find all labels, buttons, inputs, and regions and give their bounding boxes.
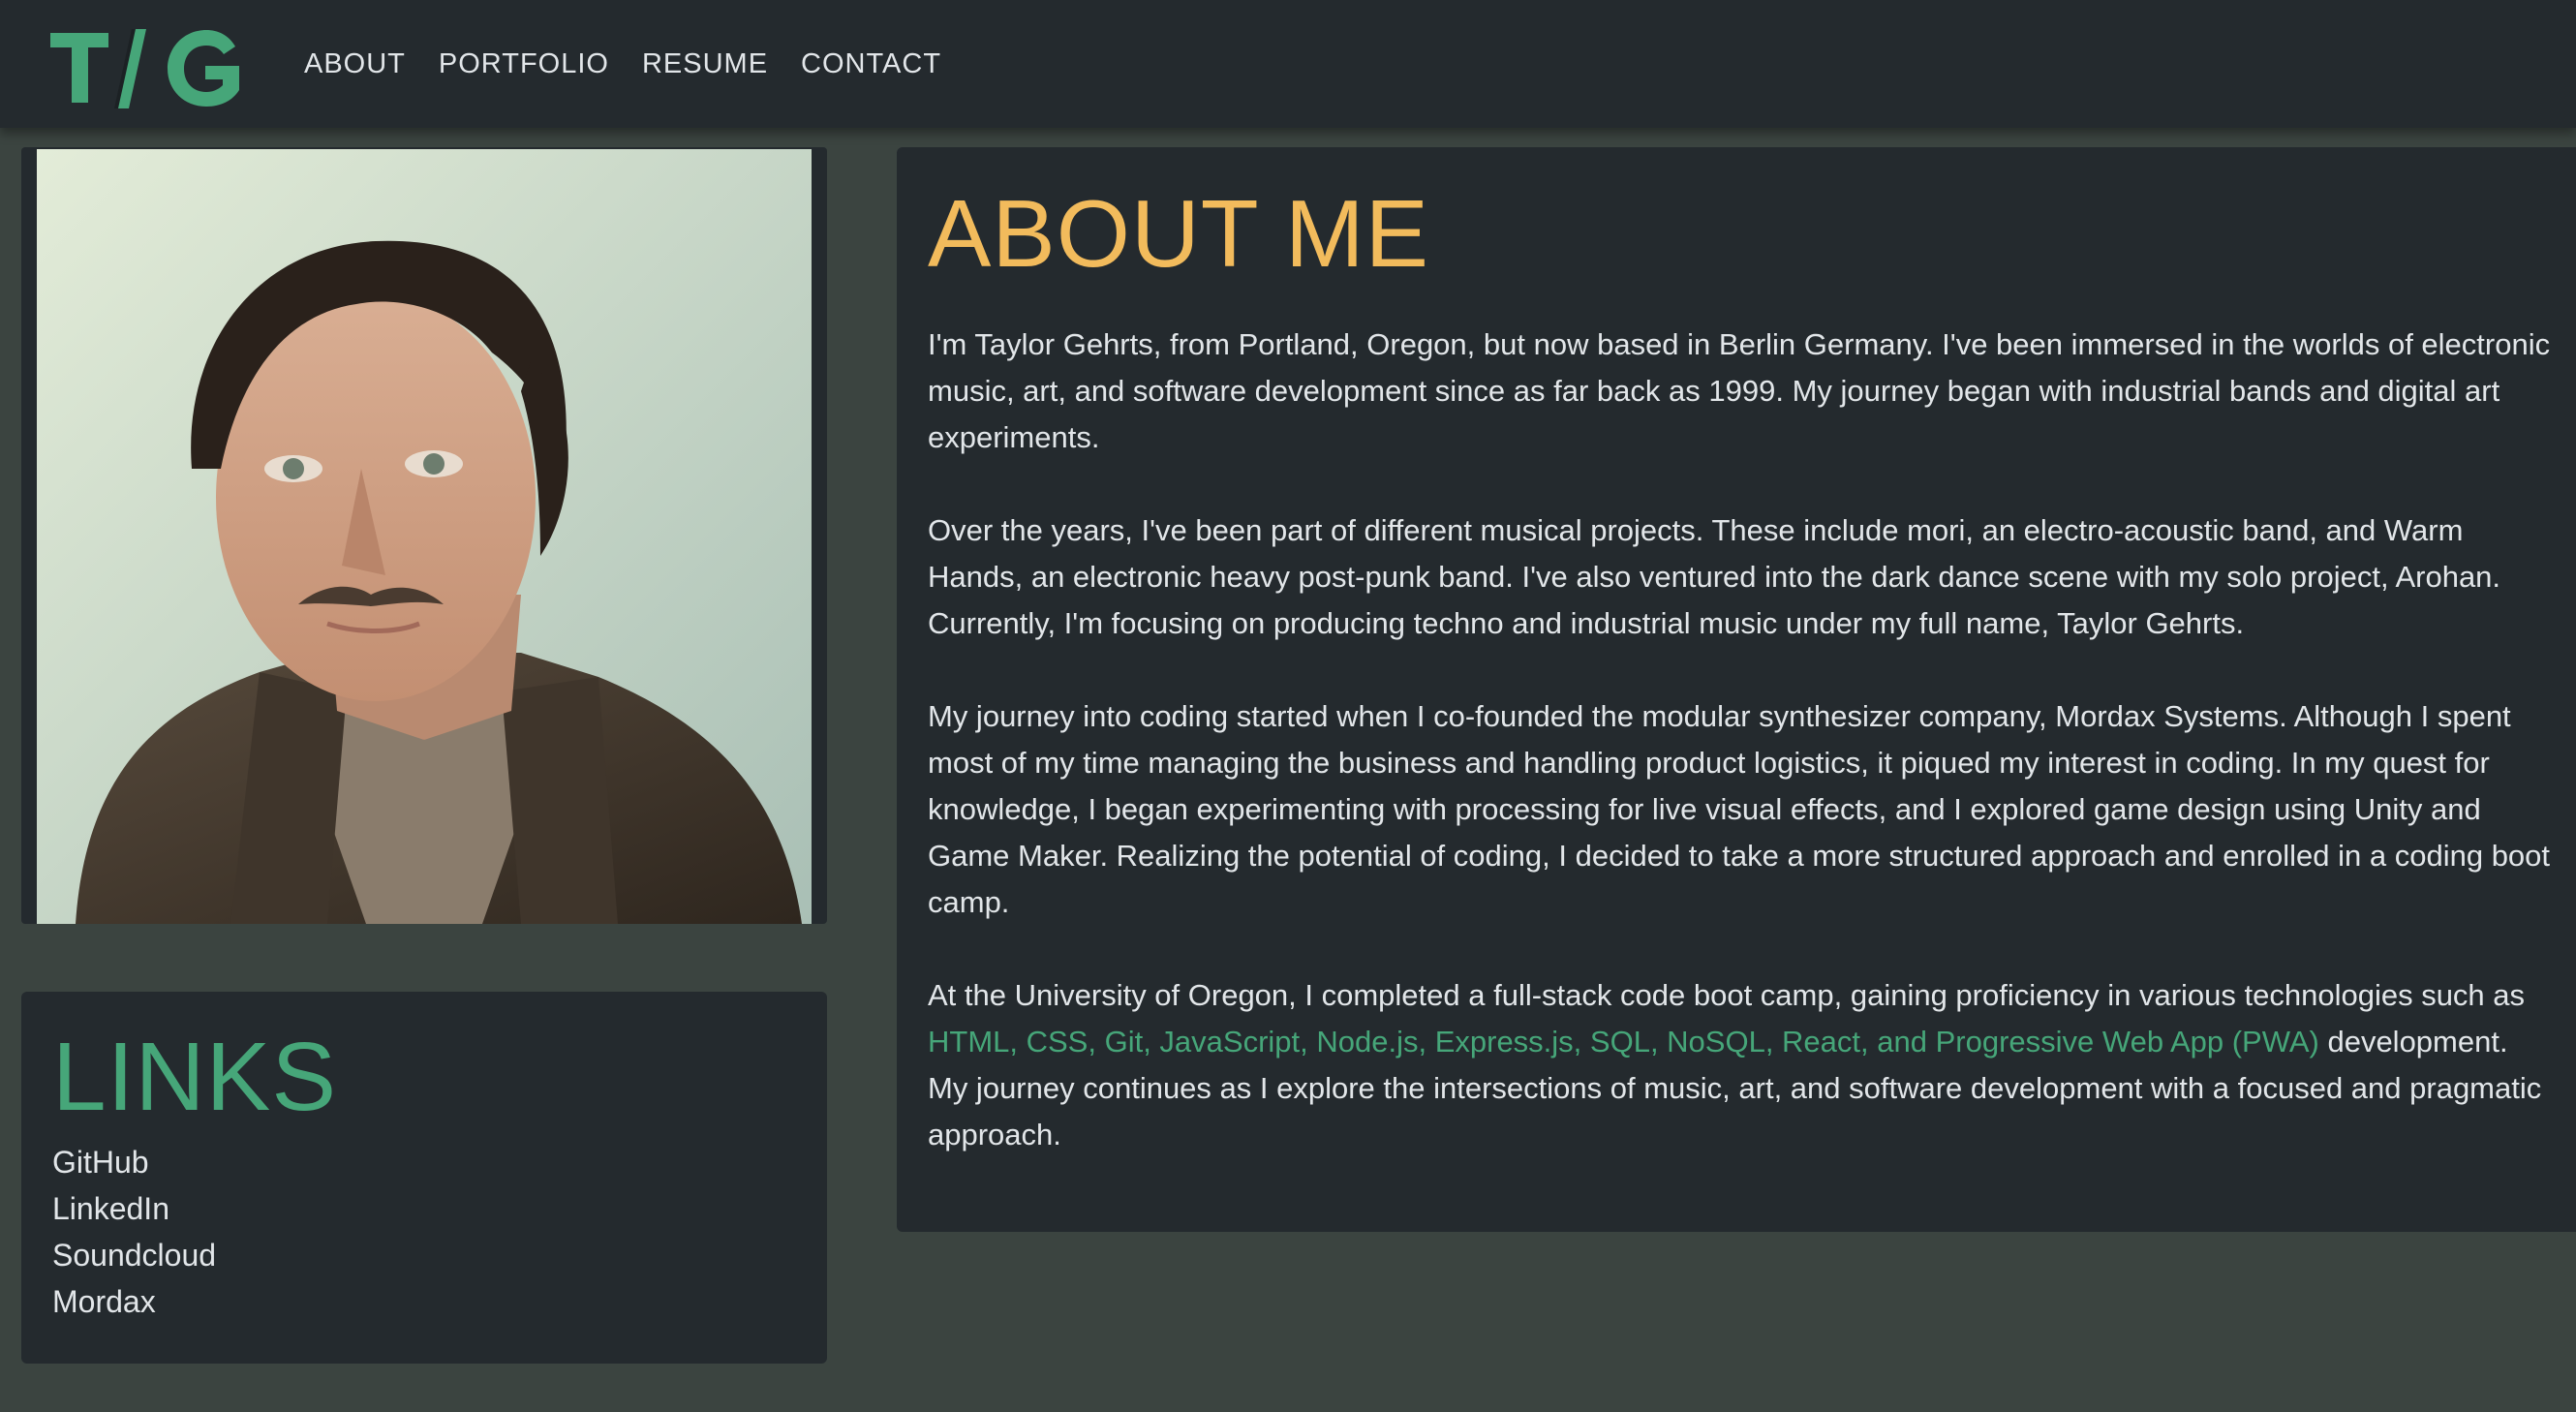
main-nav: ABOUT PORTFOLIO RESUME CONTACT [304,48,941,80]
links-card: LINKS GitHub LinkedIn Soundcloud Mordax [21,992,827,1364]
link-mordax[interactable]: Mordax [52,1278,827,1325]
about-paragraph-4-intro: At the University of Oregon, I completed… [928,978,2526,1012]
site-logo[interactable] [48,15,252,112]
portrait-card [21,147,827,924]
nav-link-portfolio[interactable]: PORTFOLIO [439,48,609,80]
about-paragraph-1: I'm Taylor Gehrts, from Portland, Oregon… [928,327,2551,454]
link-linkedin[interactable]: LinkedIn [52,1185,827,1232]
about-card: ABOUT ME I'm Taylor Gehrts, from Portlan… [897,147,2576,1232]
link-github[interactable]: GitHub [52,1139,827,1185]
links-heading: LINKS [52,1023,338,1131]
about-paragraph-2: Over the years, I've been part of differ… [928,513,2501,640]
about-heading: ABOUT ME [928,180,1430,287]
link-soundcloud[interactable]: Soundcloud [52,1232,827,1278]
nav-link-contact[interactable]: CONTACT [801,48,941,80]
about-paragraph-3: My journey into coding started when I co… [928,699,2551,919]
nav-link-about[interactable]: ABOUT [304,48,406,80]
links-list: GitHub LinkedIn Soundcloud Mordax [52,1139,827,1325]
nav-link-resume[interactable]: RESUME [642,48,768,80]
profile-photo [37,149,812,924]
site-header: ABOUT PORTFOLIO RESUME CONTACT [0,0,2576,128]
tech-list-highlight: HTML, CSS, Git, JavaScript, Node.js, Exp… [928,1025,2319,1059]
about-paragraph-4: At the University of Oregon, I completed… [928,972,2553,1158]
